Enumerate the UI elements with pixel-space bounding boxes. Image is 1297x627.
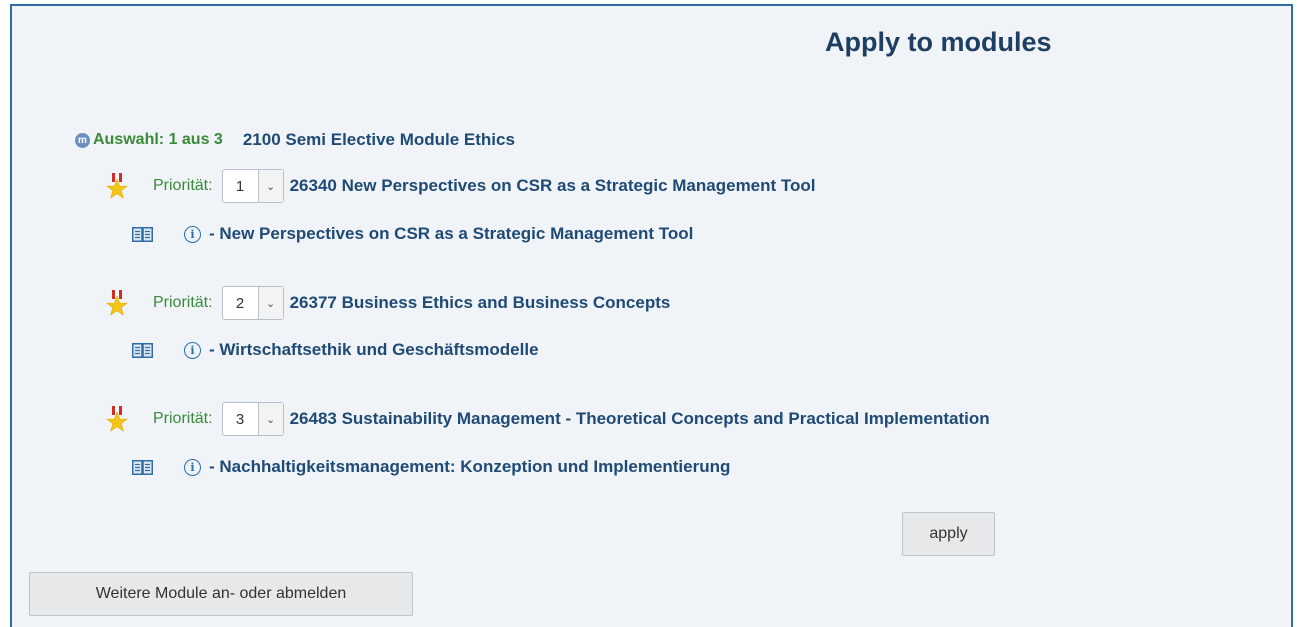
priority-label: Priorität:: [153, 177, 213, 194]
more-modules-button[interactable]: Weitere Module an- oder abmelden: [29, 572, 413, 616]
priority-star-icon: [106, 290, 128, 316]
chevron-down-icon: ⌄: [257, 287, 283, 319]
module-group-header: m Auswahl: 1 aus 3 2100 Semi Elective Mo…: [75, 130, 515, 150]
book-icon[interactable]: [132, 459, 153, 475]
module-m-icon: m: [75, 132, 90, 148]
priority-label: Priorität:: [153, 294, 213, 311]
group-title: 2100 Semi Elective Module Ethics: [242, 130, 515, 149]
selection-count: Auswahl: 1 aus 3: [93, 131, 223, 148]
module-detail-row: i - Wirtschaftsethik und Geschäftsmodell…: [132, 340, 539, 360]
book-icon[interactable]: [132, 342, 153, 358]
module-priority-row: Priorität: 3 ⌄ 26483 Sustainability Mana…: [106, 402, 990, 436]
priority-star-icon: [106, 173, 128, 199]
priority-label: Priorität:: [153, 410, 213, 427]
module-detail-link[interactable]: - Nachhaltigkeitsmanagement: Konzeption …: [209, 457, 730, 477]
info-icon[interactable]: i: [184, 341, 201, 359]
priority-star-icon: [106, 406, 128, 432]
info-icon[interactable]: i: [184, 225, 201, 243]
info-icon[interactable]: i: [184, 458, 201, 476]
priority-select[interactable]: 2 ⌄: [221, 286, 284, 320]
module-priority-row: Priorität: 2 ⌄ 26377 Business Ethics and…: [106, 286, 670, 320]
priority-select[interactable]: 3 ⌄: [221, 402, 284, 436]
book-icon[interactable]: [132, 226, 153, 242]
priority-select-value: 3: [235, 410, 245, 428]
module-detail-row: i - New Perspectives on CSR as a Strateg…: [132, 224, 693, 244]
module-detail-row: i - Nachhaltigkeitsmanagement: Konzeptio…: [132, 457, 730, 477]
priority-select[interactable]: 1 ⌄: [221, 169, 284, 203]
module-priority-row: Priorität: 1 ⌄ 26340 New Perspectives on…: [106, 169, 816, 203]
chevron-down-icon: ⌄: [257, 403, 283, 435]
module-title-link[interactable]: 26483 Sustainability Management - Theore…: [290, 409, 990, 429]
module-detail-link[interactable]: - Wirtschaftsethik und Geschäftsmodelle: [209, 340, 539, 360]
apply-button[interactable]: apply: [902, 512, 995, 556]
module-title-link[interactable]: 26340 New Perspectives on CSR as a Strat…: [290, 176, 816, 196]
module-title-link[interactable]: 26377 Business Ethics and Business Conce…: [290, 293, 671, 313]
apply-modules-panel: Apply to modules m Auswahl: 1 aus 3 2100…: [10, 4, 1293, 627]
page-title: Apply to modules: [825, 27, 1052, 57]
priority-select-value: 2: [235, 294, 245, 312]
module-detail-link[interactable]: - New Perspectives on CSR as a Strategic…: [209, 224, 693, 244]
priority-select-value: 1: [235, 177, 245, 195]
chevron-down-icon: ⌄: [257, 170, 283, 202]
